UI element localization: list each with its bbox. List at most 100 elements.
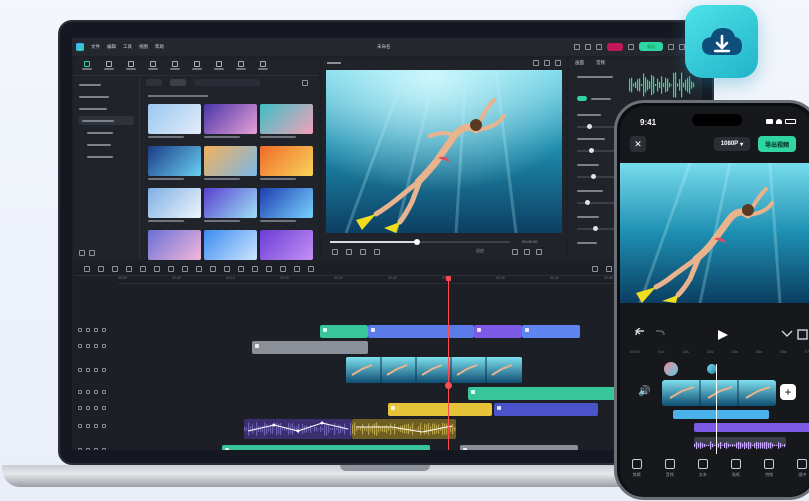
- lock-icon[interactable]: [86, 328, 90, 332]
- sidebar-item-collected[interactable]: [79, 140, 134, 149]
- clip-video-main[interactable]: [346, 357, 522, 383]
- mute-icon[interactable]: [94, 368, 98, 372]
- tab-media[interactable]: [82, 61, 92, 72]
- prev-frame-icon[interactable]: [332, 249, 338, 255]
- props-tab-audio[interactable]: 音频: [596, 60, 605, 66]
- phone-video-clip[interactable]: [662, 380, 776, 406]
- eye-icon[interactable]: [102, 344, 106, 348]
- fullscreen-icon[interactable]: [536, 249, 542, 255]
- media-thumbnail[interactable]: [148, 104, 201, 142]
- stop-icon[interactable]: [346, 249, 352, 255]
- speed-icon[interactable]: [210, 265, 216, 272]
- split-icon[interactable]: [126, 265, 132, 272]
- tab-effects[interactable]: [170, 61, 180, 72]
- mute-icon[interactable]: [94, 448, 98, 450]
- scrubber-handle[interactable]: [414, 239, 420, 245]
- props-toggle[interactable]: [577, 96, 587, 101]
- media-thumbnail[interactable]: [148, 146, 201, 184]
- monitor-icon[interactable]: [585, 43, 591, 50]
- minimize-icon[interactable]: [668, 43, 674, 50]
- menu-help[interactable]: 帮助: [155, 44, 164, 50]
- music-cover-icon[interactable]: [664, 362, 678, 376]
- clip-green-1[interactable]: [320, 325, 368, 338]
- menu-view[interactable]: 视图: [139, 44, 148, 50]
- media-thumbnail[interactable]: [260, 104, 313, 142]
- play-icon[interactable]: [360, 249, 366, 255]
- undo-icon[interactable]: [98, 265, 104, 272]
- volume-icon[interactable]: 🔊: [638, 386, 650, 397]
- mute-icon[interactable]: [94, 344, 98, 348]
- freeze-icon[interactable]: [168, 265, 174, 272]
- phone-audio-track[interactable]: [694, 437, 786, 450]
- delete-icon[interactable]: [140, 265, 146, 272]
- lock-icon[interactable]: [86, 368, 90, 372]
- filter-featured[interactable]: [170, 79, 186, 86]
- ratio-icon[interactable]: [533, 60, 539, 66]
- eye-icon[interactable]: [102, 328, 106, 332]
- track-type-icon[interactable]: [78, 344, 82, 348]
- select-tool-icon[interactable]: [84, 265, 90, 272]
- clip-green-3[interactable]: [222, 445, 430, 450]
- phone-playhead[interactable]: [716, 364, 717, 454]
- tool-sticker[interactable]: 贴纸: [731, 459, 742, 478]
- lock-icon[interactable]: [86, 406, 90, 410]
- clip-audio-2[interactable]: [352, 419, 456, 439]
- crop-icon[interactable]: [524, 249, 530, 255]
- ai-icon[interactable]: [294, 265, 300, 272]
- tool-pip[interactable]: 画中: [797, 459, 808, 478]
- clip-yellow-1[interactable]: [388, 403, 492, 416]
- lock-icon[interactable]: [86, 448, 90, 450]
- stabilize-icon[interactable]: [280, 265, 286, 272]
- snapshot-icon[interactable]: [544, 60, 550, 66]
- sidebar-item-packs[interactable]: [79, 152, 134, 161]
- mute-icon[interactable]: [94, 390, 98, 394]
- clip-blue-2[interactable]: [522, 325, 580, 338]
- media-thumbnail[interactable]: [148, 188, 201, 226]
- tab-text[interactable]: [126, 61, 136, 72]
- export-video-button[interactable]: 导出视频: [758, 136, 796, 152]
- menu-file[interactable]: 文件: [91, 44, 100, 50]
- tab-filters[interactable]: [214, 61, 224, 72]
- track-type-icon[interactable]: [78, 328, 82, 332]
- mute-icon[interactable]: [94, 424, 98, 428]
- mute-icon[interactable]: [94, 328, 98, 332]
- clip-gray-1[interactable]: [252, 341, 368, 354]
- sidebar-item-popular[interactable]: [79, 128, 134, 137]
- redo-icon[interactable]: [112, 265, 118, 272]
- tab-templates[interactable]: [258, 61, 268, 72]
- eye-icon[interactable]: [102, 406, 106, 410]
- download-badge[interactable]: [685, 5, 758, 78]
- sidebar-item-downloads[interactable]: [79, 104, 134, 113]
- track-type-icon[interactable]: [78, 368, 82, 372]
- lock-icon[interactable]: [86, 344, 90, 348]
- tab-adjust[interactable]: [236, 61, 246, 72]
- resolution-select[interactable]: 1080P ▾: [714, 137, 750, 151]
- color-icon[interactable]: [238, 265, 244, 272]
- clip-indigo-1[interactable]: [494, 403, 598, 416]
- eye-icon[interactable]: [102, 424, 106, 428]
- next-frame-icon[interactable]: [374, 249, 380, 255]
- media-thumbnail[interactable]: [204, 146, 257, 184]
- folder-icon[interactable]: [79, 250, 85, 256]
- close-button[interactable]: ✕: [630, 136, 646, 152]
- tab-audio[interactable]: [104, 61, 114, 72]
- clip-gray-2[interactable]: [460, 445, 578, 450]
- tab-sticker[interactable]: [148, 61, 158, 72]
- vip-badge[interactable]: [607, 42, 623, 51]
- clip-audio-1[interactable]: [244, 419, 352, 439]
- lock-icon[interactable]: [86, 424, 90, 428]
- track-type-icon[interactable]: [78, 406, 82, 410]
- rotate-icon[interactable]: [196, 265, 202, 272]
- audio-tool-icon[interactable]: [252, 265, 258, 272]
- layout-icon[interactable]: [574, 43, 580, 50]
- media-thumbnail[interactable]: [204, 188, 257, 226]
- eye-icon[interactable]: [102, 390, 106, 394]
- lock-icon[interactable]: [86, 390, 90, 394]
- snap-icon[interactable]: [592, 265, 598, 272]
- link-icon[interactable]: [606, 265, 612, 272]
- track-type-icon[interactable]: [78, 390, 82, 394]
- sidebar-item-import[interactable]: [79, 80, 134, 89]
- eye-icon[interactable]: [102, 448, 106, 450]
- mask-icon[interactable]: [266, 265, 272, 272]
- export-button[interactable]: 导出: [639, 42, 663, 51]
